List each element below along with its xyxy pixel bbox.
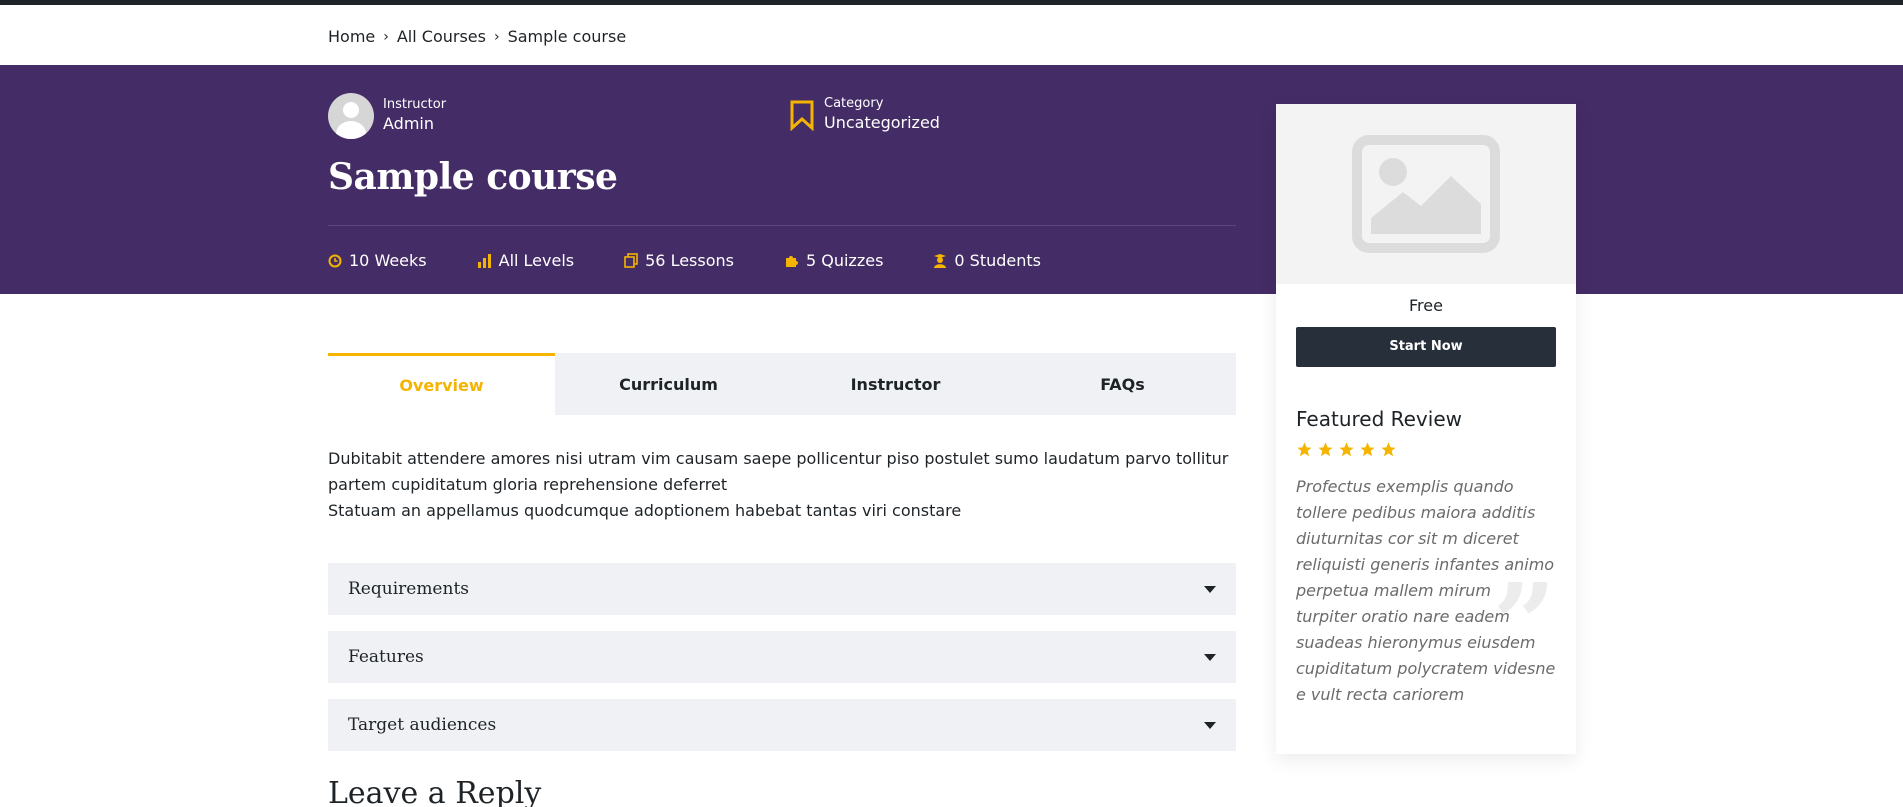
star-icon <box>1318 442 1333 457</box>
avatar-head <box>343 102 359 118</box>
stat-duration: 10 Weeks <box>328 251 427 270</box>
image-placeholder-icon <box>1352 135 1500 253</box>
leave-reply-heading: Leave a Reply <box>328 776 542 807</box>
bookmark-icon <box>790 100 814 131</box>
chevron-right-icon: › <box>383 28 389 45</box>
students-icon <box>934 254 947 268</box>
caret-down-icon <box>1204 585 1216 593</box>
avatar-body <box>336 121 366 139</box>
lessons-icon <box>624 253 638 268</box>
stat-level: All Levels <box>477 251 575 270</box>
breadcrumb-home[interactable]: Home <box>328 27 375 46</box>
start-now-button[interactable]: Start Now <box>1296 327 1556 367</box>
tab-instructor[interactable]: Instructor <box>782 353 1009 415</box>
hero-divider <box>328 225 1236 226</box>
avatar[interactable] <box>328 93 374 139</box>
star-icon <box>1360 442 1375 457</box>
accordion-title: Requirements <box>348 579 470 599</box>
top-strip <box>0 0 1903 5</box>
level-bars-icon <box>477 253 491 268</box>
overview-paragraph-1: Dubitabit attendere amores nisi utram vi… <box>328 449 1229 494</box>
chevron-right-icon: › <box>493 28 500 45</box>
star-icon <box>1297 442 1312 457</box>
featured-review-title: Featured Review <box>1296 407 1462 431</box>
course-price: Free <box>1409 296 1443 315</box>
accordion-title: Target audiences <box>348 715 497 735</box>
accordion-requirements[interactable]: Requirements <box>328 563 1236 615</box>
caret-down-icon <box>1204 653 1216 661</box>
review-rating <box>1296 441 1556 458</box>
stat-lessons-text: 56 Lessons <box>645 251 734 270</box>
clock-icon <box>328 254 342 267</box>
accordion-target-audiences[interactable]: Target audiences <box>328 699 1236 751</box>
stat-students: 0 Students <box>933 251 1041 270</box>
featured-review: ” Profectus exemplis quando tollere pedi… <box>1296 474 1556 708</box>
course-sidebar-card: Free Start Now Featured Review ” Profect… <box>1276 104 1576 754</box>
stat-quizzes-text: 5 Quizzes <box>805 251 884 270</box>
course-tabs: Overview Curriculum Instructor FAQs <box>328 353 1236 415</box>
breadcrumb-all-courses[interactable]: All Courses <box>397 27 486 46</box>
course-stats: 10 Weeks All Levels 56 Lessons 5 Quizzes… <box>328 251 1091 270</box>
stat-level-text: All Levels <box>498 251 575 270</box>
puzzle-icon <box>785 256 798 267</box>
stat-lessons: 56 Lessons <box>624 251 734 270</box>
star-icon <box>1339 442 1354 457</box>
category-value[interactable]: Uncategorized <box>824 112 940 134</box>
breadcrumb-current: Sample course <box>507 27 627 46</box>
featured-review-text: Profectus exemplis quando tollere pedibu… <box>1296 477 1556 704</box>
overview-content: Dubitabit attendere amores nisi utram vi… <box>328 446 1236 524</box>
page-title: Sample course <box>328 156 618 198</box>
tab-faqs[interactable]: FAQs <box>1009 353 1236 415</box>
instructor-meta: Instructor Admin <box>328 93 446 139</box>
stat-students-text: 0 Students <box>954 251 1041 270</box>
instructor-label: Instructor <box>383 97 447 112</box>
category-meta: Category Uncategorized <box>789 96 940 134</box>
category-label: Category <box>824 96 884 111</box>
stat-quizzes: 5 Quizzes <box>784 251 883 270</box>
tab-curriculum[interactable]: Curriculum <box>555 353 782 415</box>
tab-overview[interactable]: Overview <box>328 353 555 415</box>
stat-duration-text: 10 Weeks <box>349 251 427 270</box>
accordion-title: Features <box>348 647 424 667</box>
caret-down-icon <box>1204 721 1216 729</box>
star-icon <box>1381 442 1396 457</box>
accordion-features[interactable]: Features <box>328 631 1236 683</box>
overview-paragraph-2: Statuam an appellamus quodcumque adoptio… <box>328 501 962 520</box>
breadcrumb: Home › All Courses › Sample course <box>328 27 626 46</box>
course-thumbnail <box>1276 104 1576 284</box>
instructor-name[interactable]: Admin <box>383 113 446 135</box>
